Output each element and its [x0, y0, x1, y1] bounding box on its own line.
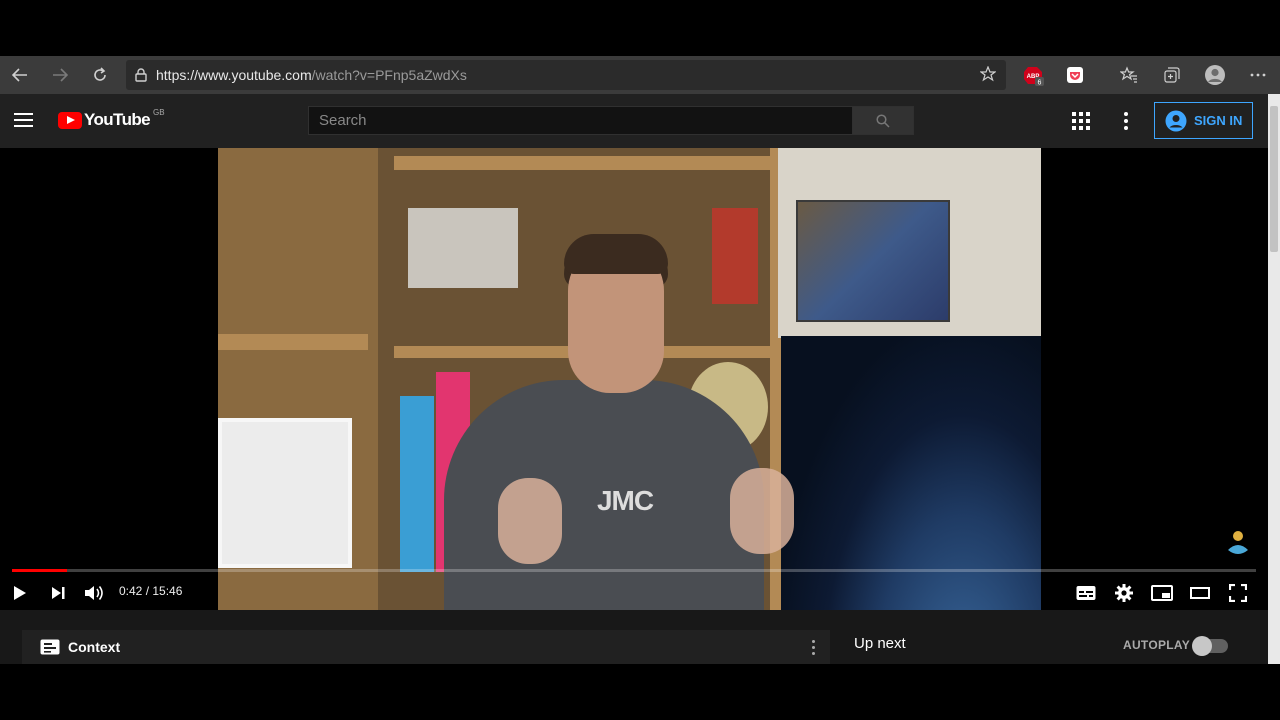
- autoplay-toggle[interactable]: [1192, 636, 1228, 656]
- refresh-icon[interactable]: [80, 56, 120, 94]
- pocket-extension-icon[interactable]: [1058, 56, 1092, 94]
- settings-menu-icon[interactable]: [1124, 112, 1130, 133]
- video-frame[interactable]: JMC: [218, 148, 1041, 610]
- fullscreen-button[interactable]: [1226, 580, 1250, 606]
- context-more-icon[interactable]: [812, 640, 816, 658]
- theater-mode-icon: [1190, 587, 1210, 599]
- region-code: GB: [153, 108, 165, 117]
- below-player: Context Up next AUTOPLAY: [0, 610, 1268, 664]
- shelf-board: [394, 156, 774, 170]
- autoplay-toggle-knob[interactable]: [1192, 636, 1212, 656]
- red-can: [712, 208, 758, 304]
- presenter-hand-left: [498, 478, 562, 564]
- volume-button[interactable]: [82, 580, 108, 606]
- profile-icon[interactable]: [1198, 56, 1232, 94]
- url-path: /watch?v=PFnp5aZwdXs: [311, 67, 467, 83]
- youtube-logo-icon: [58, 111, 82, 129]
- browser-toolbar: https://www.youtube.com/watch?v=PFnp5aZw…: [0, 56, 1280, 94]
- scrollbar-thumb[interactable]: [1270, 106, 1278, 252]
- miniplayer-button[interactable]: [1150, 580, 1174, 606]
- collections-icon[interactable]: [1155, 56, 1189, 94]
- subtitles-icon: [1076, 586, 1096, 600]
- presenter-hair-top: [564, 234, 668, 274]
- youtube-header: YouTube GB Search SIGN IN: [0, 94, 1268, 148]
- time-display: 0:42 / 15:46: [119, 584, 183, 598]
- context-icon: [40, 639, 60, 655]
- play-button[interactable]: [8, 580, 32, 606]
- address-bar[interactable]: https://www.youtube.com/watch?v=PFnp5aZw…: [126, 60, 1006, 90]
- url-text[interactable]: https://www.youtube.com/watch?v=PFnp5aZw…: [156, 67, 467, 83]
- sign-in-label: SIGN IN: [1194, 113, 1243, 128]
- favorite-star-icon[interactable]: [979, 65, 997, 87]
- adblock-badge: 6: [1038, 80, 1042, 87]
- logo-text: YouTube: [84, 110, 151, 129]
- video-player[interactable]: JMC 0:42 / 15:46: [0, 148, 1268, 610]
- search-button[interactable]: [852, 106, 914, 135]
- progress-played: [12, 569, 67, 572]
- back-arrow-icon[interactable]: [0, 56, 40, 94]
- skip-next-icon: [51, 587, 64, 599]
- lego-frame: [218, 418, 352, 568]
- play-button-plaque: [408, 208, 518, 288]
- gear-icon: [1115, 584, 1133, 602]
- lock-icon[interactable]: [126, 68, 156, 82]
- up-next-heading: Up next: [854, 635, 906, 652]
- more-icon[interactable]: [1241, 56, 1275, 94]
- play-icon: [14, 586, 26, 600]
- channel-watermark-icon[interactable]: [1226, 528, 1250, 558]
- menu-icon[interactable]: [14, 113, 33, 131]
- context-label: Context: [68, 639, 121, 655]
- forward-arrow-icon[interactable]: [40, 56, 80, 94]
- screen: https://www.youtube.com/watch?v=PFnp5aZw…: [0, 0, 1280, 720]
- favorites-icon[interactable]: [1112, 56, 1146, 94]
- search-icon: [876, 113, 890, 128]
- apps-grid-icon[interactable]: [1072, 112, 1090, 130]
- player-controls: 0:42 / 15:46: [0, 576, 1268, 610]
- volume-icon: [85, 586, 103, 600]
- presenter-hand-right: [730, 468, 794, 554]
- page-scrollbar[interactable]: [1268, 94, 1280, 664]
- progress-bar[interactable]: [12, 569, 1256, 572]
- context-panel[interactable]: Context: [22, 630, 830, 664]
- search-input[interactable]: Search: [308, 106, 853, 135]
- fullscreen-icon: [1229, 584, 1247, 602]
- miniplayer-icon: [1151, 585, 1173, 601]
- youtube-logo[interactable]: YouTube GB: [58, 108, 165, 130]
- adblock-extension-icon[interactable]: ABP 6: [1016, 56, 1050, 94]
- painting: [796, 200, 950, 322]
- url-host: https://www.youtube.com: [156, 67, 312, 83]
- theater-mode-button[interactable]: [1188, 580, 1212, 606]
- next-button[interactable]: [46, 580, 70, 606]
- account-icon: [1165, 110, 1187, 131]
- binder-blue: [400, 396, 434, 572]
- autoplay-label: AUTOPLAY: [1123, 638, 1191, 652]
- sign-in-button[interactable]: SIGN IN: [1154, 102, 1253, 139]
- subtitles-button[interactable]: [1074, 580, 1098, 606]
- shirt-logo: JMC: [596, 485, 654, 516]
- shelf-board: [218, 334, 368, 350]
- settings-button[interactable]: [1112, 580, 1136, 606]
